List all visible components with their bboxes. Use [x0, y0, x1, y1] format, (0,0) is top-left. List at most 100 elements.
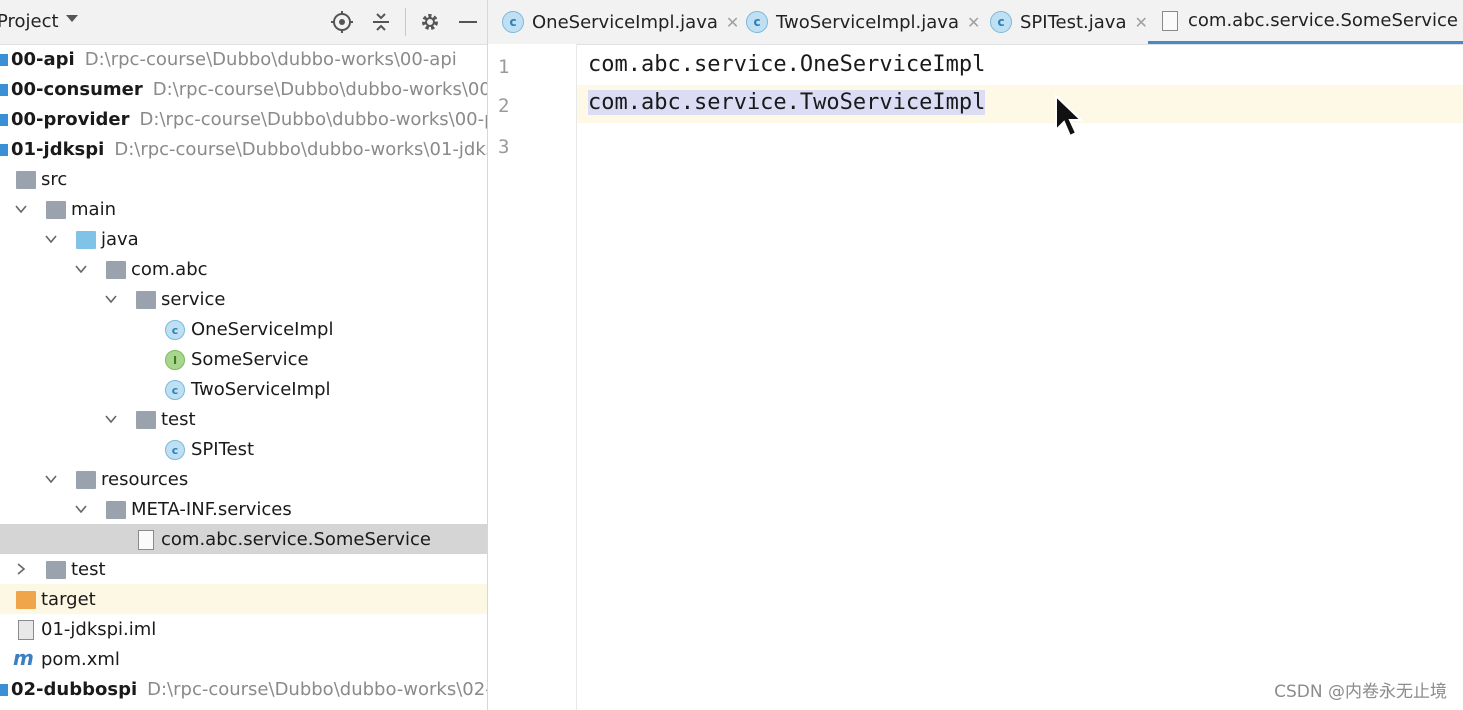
- class-icon: c: [746, 11, 768, 33]
- tree-item-label: 00-consumer D:\rpc-course\Dubbo\dubbo-wor…: [11, 78, 488, 100]
- tree-item-oneserviceimpl[interactable]: c OneServiceImpl: [0, 314, 487, 344]
- iml-file-icon: [18, 620, 34, 640]
- tree-item-label: com.abc: [131, 258, 208, 280]
- tree-item-label: OneServiceImpl: [191, 318, 334, 340]
- tree-item-pom-xml[interactable]: m pom.xml: [0, 644, 487, 674]
- editor-panel: c OneServiceImpl.java ✕ c TwoServiceImpl…: [488, 0, 1463, 710]
- tree-item-label: test: [71, 558, 106, 580]
- tree-item-label: main: [71, 198, 116, 220]
- tree-item-label: service: [161, 288, 226, 310]
- tree-item-someservice-file[interactable]: com.abc.service.SomeService: [0, 524, 487, 554]
- tree-item-01-jdkspi[interactable]: 01-jdkspi D:\rpc-course\Dubbo\dubbo-works…: [0, 134, 487, 164]
- tree-item-someservice[interactable]: I SomeService: [0, 344, 487, 374]
- chevron-right-icon[interactable]: [14, 562, 28, 576]
- close-icon[interactable]: ✕: [726, 13, 739, 32]
- tree-item-label: java: [101, 228, 139, 250]
- tree-item-service[interactable]: service: [0, 284, 487, 314]
- tree-item-meta-inf-services[interactable]: META-INF.services: [0, 494, 487, 524]
- tab-twoserviceimpl[interactable]: c TwoServiceImpl.java ✕: [746, 0, 980, 44]
- module-icon: [0, 114, 8, 126]
- class-icon: c: [165, 380, 185, 400]
- module-icon: [0, 144, 8, 156]
- tab-label: TwoServiceImpl.java: [776, 11, 959, 33]
- chevron-down-icon[interactable]: [66, 15, 78, 22]
- tree-item-label: SomeService: [191, 348, 309, 370]
- tree-item-label: 01-jdkspi D:\rpc-course\Dubbo\dubbo-works…: [11, 138, 488, 160]
- project-panel-title[interactable]: Project: [0, 11, 59, 32]
- tree-item-label: src: [41, 168, 68, 190]
- tree-item-label: test: [161, 408, 196, 430]
- excluded-folder-icon: [16, 591, 36, 609]
- tree-item-java[interactable]: java: [0, 224, 487, 254]
- close-icon[interactable]: ✕: [1134, 13, 1147, 32]
- tree-item-twoserviceimpl[interactable]: c TwoServiceImpl: [0, 374, 487, 404]
- chevron-down-icon[interactable]: [74, 502, 88, 516]
- module-icon: [0, 54, 8, 66]
- editor-tabs: c OneServiceImpl.java ✕ c TwoServiceImpl…: [488, 0, 1463, 45]
- chevron-down-icon[interactable]: [44, 232, 58, 246]
- module-icon: [0, 84, 8, 96]
- tree-item-label: 02-dubbospi D:\rpc-course\Dubbo\dubbo-wor…: [11, 678, 488, 700]
- chevron-down-icon[interactable]: [44, 472, 58, 486]
- tree-item-test-package[interactable]: test: [0, 404, 487, 434]
- mouse-pointer-icon: [1054, 93, 1086, 144]
- line-number: 1: [498, 56, 510, 78]
- folder-icon: [46, 561, 66, 579]
- tab-label: SPITest.java: [1020, 11, 1127, 33]
- project-panel: Project 00-api D:\rpc-course\Dubbo\dubbo-…: [0, 0, 488, 710]
- tree-item-test-folder[interactable]: test: [0, 554, 487, 584]
- chevron-down-icon[interactable]: [14, 202, 28, 216]
- chevron-down-icon[interactable]: [74, 262, 88, 276]
- chevron-down-icon[interactable]: [104, 412, 118, 426]
- tree-item-label: target: [41, 588, 96, 610]
- package-icon: [136, 411, 156, 429]
- tree-item-label: com.abc.service.SomeService: [161, 528, 432, 550]
- tree-item-main[interactable]: main: [0, 194, 487, 224]
- package-icon: [106, 261, 126, 279]
- collapse-icon[interactable]: [369, 10, 393, 34]
- tree-item-com-abc[interactable]: com.abc: [0, 254, 487, 284]
- tree-item-label: 00-api D:\rpc-course\Dubbo\dubbo-works\00…: [11, 48, 457, 70]
- tree-item-label: pom.xml: [41, 648, 120, 670]
- tree-item-src[interactable]: src: [0, 164, 487, 194]
- text-file-icon: [1162, 10, 1178, 31]
- tree-item-label: 00-provider D:\rpc-course\Dubbo\dubbo-wor…: [11, 108, 488, 130]
- watermark: CSDN @内卷永无止境: [1274, 682, 1447, 702]
- folder-icon: [106, 501, 126, 519]
- source-folder-icon: [76, 231, 96, 249]
- tree-item-label: 01-jdkspi.iml: [41, 618, 157, 640]
- tree-item-label: resources: [101, 468, 189, 490]
- tree-item-label: SPITest: [191, 438, 255, 460]
- module-icon: [0, 684, 8, 696]
- code-line[interactable]: com.abc.service.OneServiceImpl: [588, 52, 985, 77]
- tab-someservice[interactable]: com.abc.service.SomeService ✕: [1148, 0, 1463, 44]
- resources-folder-icon: [76, 471, 96, 489]
- gear-icon[interactable]: [418, 10, 442, 34]
- tree-item-00-provider[interactable]: 00-provider D:\rpc-course\Dubbo\dubbo-wor…: [0, 104, 487, 134]
- tree-item-label: META-INF.services: [131, 498, 292, 520]
- tab-spitest[interactable]: c SPITest.java ✕: [990, 0, 1148, 44]
- line-number-gutter: 1 2 3: [488, 44, 577, 710]
- tree-item-00-api[interactable]: 00-api D:\rpc-course\Dubbo\dubbo-works\00…: [0, 44, 487, 74]
- locate-icon[interactable]: [330, 10, 354, 34]
- package-icon: [136, 291, 156, 309]
- minimize-icon[interactable]: [456, 10, 480, 34]
- chevron-down-icon[interactable]: [104, 292, 118, 306]
- tree-item-00-consumer[interactable]: 00-consumer D:\rpc-course\Dubbo\dubbo-wor…: [0, 74, 487, 104]
- tab-oneserviceimpl[interactable]: c OneServiceImpl.java ✕: [502, 0, 739, 44]
- close-icon[interactable]: ✕: [967, 13, 980, 32]
- interface-icon: I: [165, 350, 185, 370]
- tree-item-spitest[interactable]: c SPITest: [0, 434, 487, 464]
- tab-label: com.abc.service.SomeService: [1188, 10, 1459, 31]
- tree-item-target[interactable]: target: [0, 584, 487, 614]
- folder-icon: [16, 171, 36, 189]
- tree-item-iml-file[interactable]: 01-jdkspi.iml: [0, 614, 487, 644]
- code-line-selected[interactable]: com.abc.service.TwoServiceImpl: [588, 90, 986, 115]
- class-icon: c: [165, 320, 185, 340]
- header-divider: [405, 8, 406, 36]
- tree-item-resources[interactable]: resources: [0, 464, 487, 494]
- tree-item-02-dubbospi[interactable]: 02-dubbospi D:\rpc-course\Dubbo\dubbo-wor…: [0, 674, 487, 704]
- text-file-icon: [138, 530, 154, 550]
- line-number: 3: [498, 136, 510, 158]
- tree-item-label: TwoServiceImpl: [191, 378, 331, 400]
